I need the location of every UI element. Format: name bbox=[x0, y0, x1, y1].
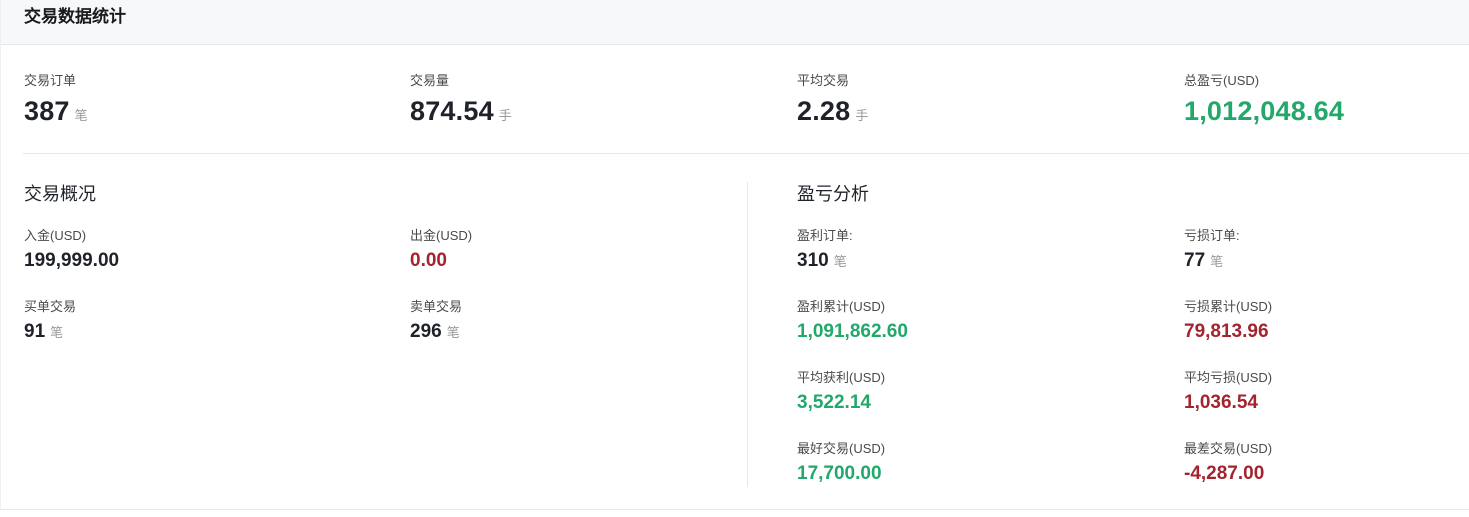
pnl-loss-total: 亏损累计(USD) 79,813.96 bbox=[1184, 298, 1272, 344]
overview-withdraw: 出金(USD) 0.00 bbox=[410, 227, 472, 273]
profit-orders-label: 盈利订单: bbox=[797, 228, 853, 243]
overview-deposit: 入金(USD) 199,999.00 bbox=[24, 227, 119, 273]
avg-loss-label: 平均亏损(USD) bbox=[1184, 370, 1273, 385]
summary-orders: 交易订单 387 笔 bbox=[24, 72, 88, 127]
pnl-best-trade: 最好交易(USD) 17,700.00 bbox=[797, 440, 885, 486]
summary-total-pnl-label: 总盈亏(USD) bbox=[1184, 73, 1260, 88]
pnl-worst-trade: 最差交易(USD) -4,287.00 bbox=[1184, 440, 1272, 486]
section-divider bbox=[747, 182, 748, 487]
sell-trades-value: 296 bbox=[410, 321, 442, 342]
profit-orders-unit: 笔 bbox=[833, 254, 847, 269]
trade-stats-card: 交易数据统计 交易订单 387 笔 交易量 874.54 手 平均交易 2.28 手 … bbox=[0, 0, 1469, 510]
summary-average-unit: 手 bbox=[855, 108, 869, 123]
summary-average: 平均交易 2.28 手 bbox=[797, 72, 868, 127]
deposit-label: 入金(USD) bbox=[24, 228, 87, 243]
summary-row: 交易订单 387 笔 交易量 874.54 手 平均交易 2.28 手 总盈亏(USD… bbox=[1, 72, 1469, 132]
pnl-loss-orders: 亏损订单: 77 笔 bbox=[1184, 227, 1240, 273]
overview-title: 交易概况 bbox=[24, 184, 96, 204]
avg-profit-label: 平均获利(USD) bbox=[797, 370, 886, 385]
pnl-profit-total: 盈利累计(USD) 1,091,862.60 bbox=[797, 298, 908, 344]
avg-loss-value: 1,036.54 bbox=[1184, 392, 1258, 413]
buy-trades-label: 买单交易 bbox=[24, 299, 77, 314]
page-title: 交易数据统计 bbox=[24, 7, 126, 26]
summary-total-pnl: 总盈亏(USD) 1,012,048.64 bbox=[1184, 72, 1344, 127]
pnl-analysis-title: 盈亏分析 bbox=[797, 184, 869, 204]
summary-divider bbox=[23, 153, 1469, 154]
profit-total-label: 盈利累计(USD) bbox=[797, 299, 886, 314]
loss-orders-unit: 笔 bbox=[1210, 254, 1224, 269]
summary-volume-value: 874.54 bbox=[410, 96, 494, 126]
pnl-profit-orders: 盈利订单: 310 笔 bbox=[797, 227, 853, 273]
summary-volume-unit: 手 bbox=[498, 108, 512, 123]
withdraw-label: 出金(USD) bbox=[410, 228, 473, 243]
loss-orders-value: 77 bbox=[1184, 250, 1206, 271]
summary-orders-label: 交易订单 bbox=[24, 73, 77, 88]
buy-trades-value: 91 bbox=[24, 321, 46, 342]
summary-average-value: 2.28 bbox=[797, 96, 851, 126]
avg-profit-value: 3,522.14 bbox=[797, 392, 871, 413]
summary-volume: 交易量 874.54 手 bbox=[410, 72, 512, 127]
sell-trades-unit: 笔 bbox=[446, 325, 460, 340]
worst-trade-label: 最差交易(USD) bbox=[1184, 441, 1273, 456]
best-trade-value: 17,700.00 bbox=[797, 463, 882, 484]
card-header: 交易数据统计 bbox=[1, 0, 1469, 45]
summary-orders-value: 387 bbox=[24, 96, 70, 126]
summary-volume-label: 交易量 bbox=[410, 73, 450, 88]
summary-average-label: 平均交易 bbox=[797, 73, 850, 88]
sell-trades-label: 卖单交易 bbox=[410, 299, 463, 314]
withdraw-value: 0.00 bbox=[410, 250, 447, 271]
buy-trades-unit: 笔 bbox=[50, 325, 64, 340]
deposit-value: 199,999.00 bbox=[24, 250, 120, 271]
best-trade-label: 最好交易(USD) bbox=[797, 441, 886, 456]
summary-total-pnl-value: 1,012,048.64 bbox=[1184, 96, 1345, 126]
overview-sell-trades: 卖单交易 296 笔 bbox=[410, 298, 462, 344]
profit-orders-value: 310 bbox=[797, 250, 829, 271]
loss-total-label: 亏损累计(USD) bbox=[1184, 299, 1273, 314]
summary-orders-unit: 笔 bbox=[74, 108, 88, 123]
loss-orders-label: 亏损订单: bbox=[1184, 228, 1240, 243]
overview-buy-trades: 买单交易 91 笔 bbox=[24, 298, 76, 344]
pnl-avg-profit: 平均获利(USD) 3,522.14 bbox=[797, 369, 885, 415]
pnl-avg-loss: 平均亏损(USD) 1,036.54 bbox=[1184, 369, 1272, 415]
loss-total-value: 79,813.96 bbox=[1184, 321, 1269, 342]
worst-trade-value: -4,287.00 bbox=[1184, 463, 1265, 484]
profit-total-value: 1,091,862.60 bbox=[797, 321, 908, 342]
